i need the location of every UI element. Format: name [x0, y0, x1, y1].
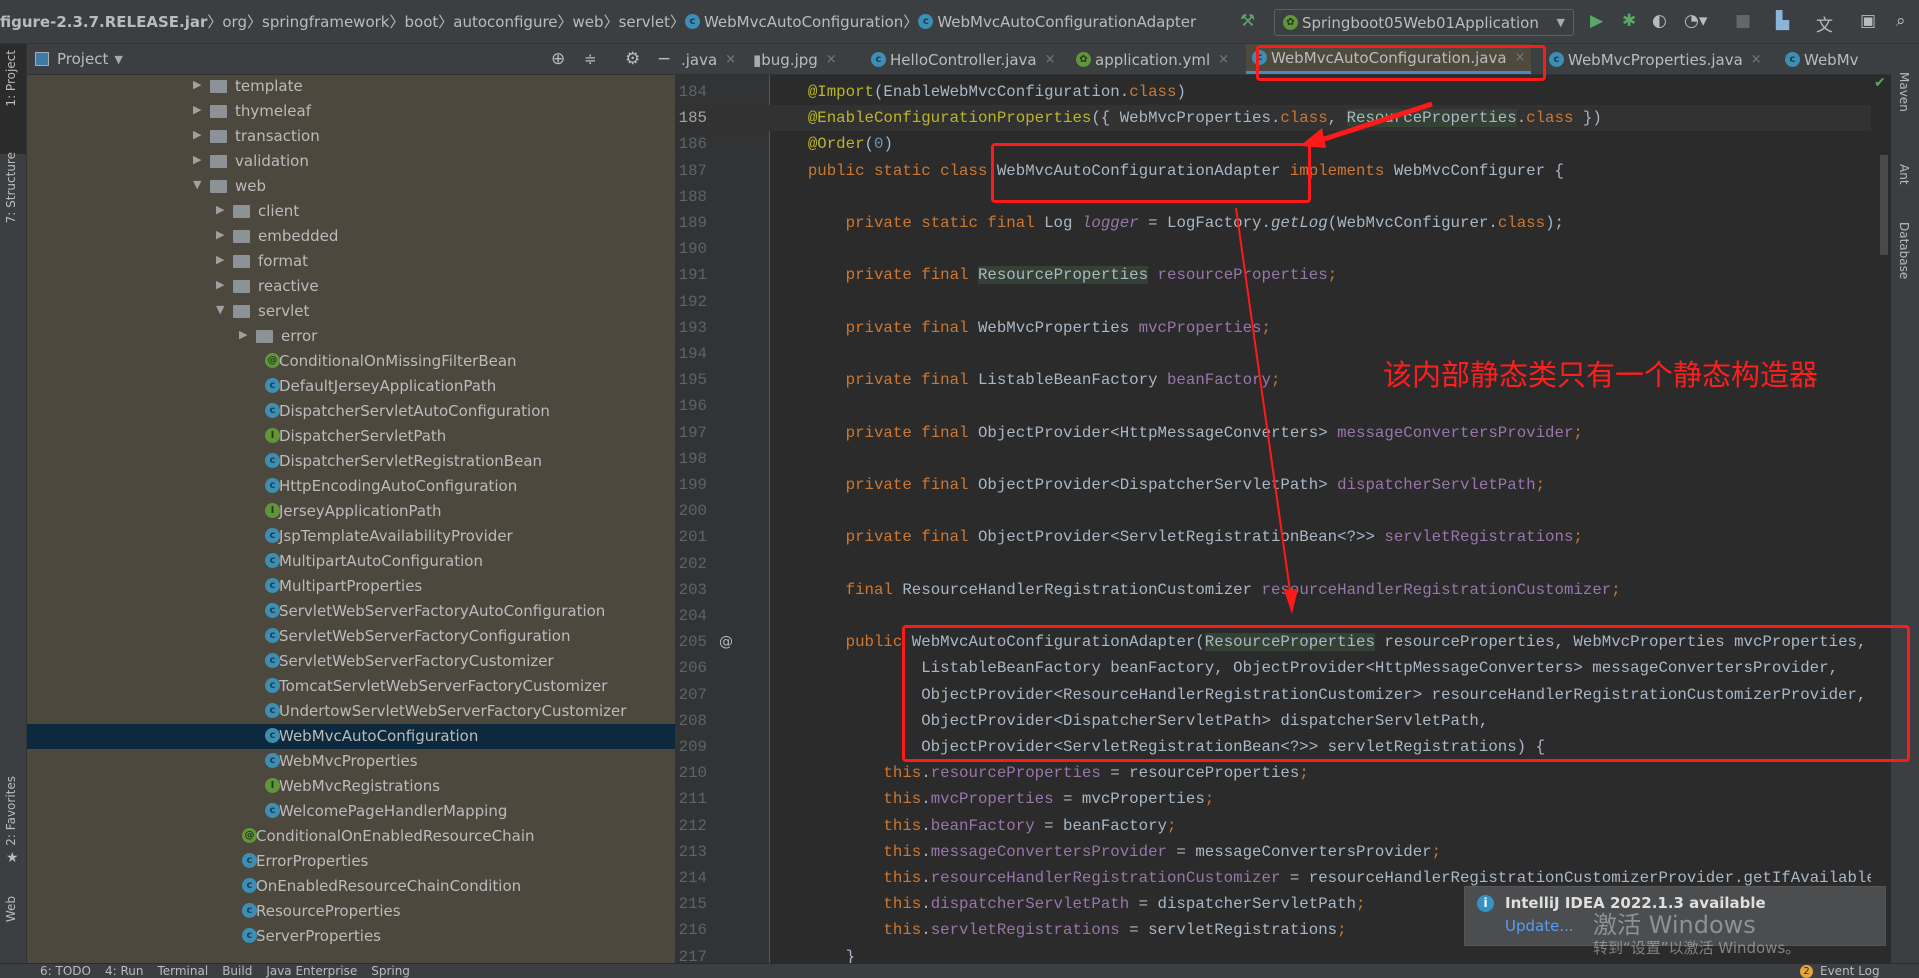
- annotation-arrows: [1235, 101, 1433, 614]
- arrow-to-constructor: [1235, 207, 1292, 599]
- arrow-head: [1284, 589, 1298, 614]
- annotation-note: 该内部静态类只有一个静态构造器: [1383, 358, 1819, 392]
- arrow-to-class-name: [1311, 101, 1433, 146]
- arrow-head: [1300, 128, 1326, 148]
